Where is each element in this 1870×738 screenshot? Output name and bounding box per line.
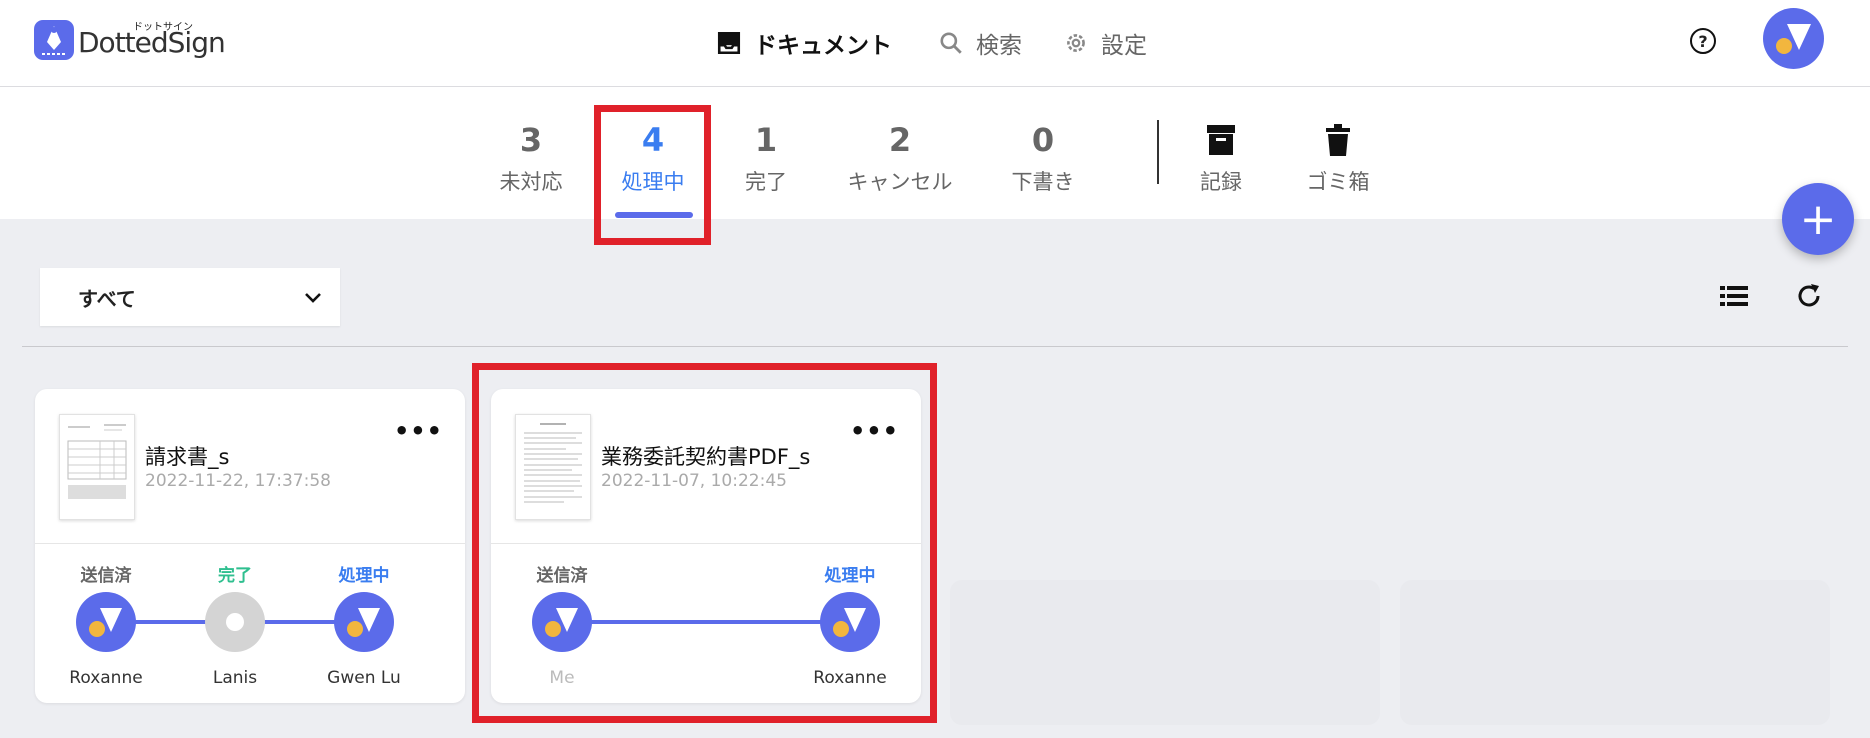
document-title: 請求書_s — [145, 445, 230, 469]
document-date: 2022-11-07, 10:22:45 — [601, 471, 787, 491]
top-navigation-bar — [0, 0, 1870, 87]
signer-name: Lanis — [212, 668, 258, 688]
loading-placeholder-card — [950, 580, 1380, 725]
signer-status: 処理中 — [824, 566, 876, 586]
gear-icon — [1063, 30, 1089, 56]
signer-name: Gwen Lu — [327, 668, 401, 688]
toolbar-separator — [22, 346, 1848, 347]
tab-cancelled[interactable]: 2 キャンセル — [835, 118, 965, 196]
filter-dropdown[interactable]: すべて — [40, 268, 340, 326]
signer-status: 完了 — [218, 566, 252, 586]
tab-unhandled[interactable]: 3 未対応 — [476, 118, 586, 196]
signer-status: 送信済 — [536, 566, 588, 586]
logo-kana: ドットサイン — [133, 22, 193, 33]
tab-label: 未対応 — [499, 170, 563, 194]
help-icon[interactable]: ? — [1690, 28, 1716, 54]
more-icon[interactable]: ••• — [394, 417, 443, 445]
signer-avatar — [820, 592, 880, 652]
nav-settings[interactable]: 設定 — [1063, 24, 1147, 62]
inbox-icon — [716, 30, 742, 56]
nav-documents-label: ドキュメント — [754, 33, 892, 59]
document-date: 2022-11-22, 17:37:58 — [145, 471, 331, 491]
tab-trash[interactable]: ゴミ箱 — [1283, 118, 1393, 196]
tab-label: 記録 — [1200, 170, 1242, 194]
signer-name: Me — [549, 668, 575, 688]
list-view-icon[interactable] — [1720, 284, 1748, 312]
signer-status: 送信済 — [80, 566, 132, 586]
tab-label: 下書き — [1011, 170, 1075, 194]
tab-label: 完了 — [745, 170, 787, 194]
trash-icon — [1283, 118, 1393, 162]
tab-count: 0 — [1031, 121, 1055, 159]
document-thumbnail — [515, 414, 591, 520]
tab-in-progress[interactable]: 4 処理中 — [598, 118, 708, 196]
tab-label: ゴミ箱 — [1306, 170, 1370, 194]
card-divider — [35, 543, 465, 544]
tab-drafts[interactable]: 0 下書き — [988, 118, 1098, 196]
add-document-button[interactable]: + — [1782, 183, 1854, 255]
tab-records[interactable]: 記録 — [1166, 118, 1276, 196]
plus-icon: + — [1799, 193, 1837, 245]
nav-documents[interactable]: ドキュメント — [716, 24, 892, 62]
tab-label: キャンセル — [847, 170, 953, 194]
tab-completed[interactable]: 1 完了 — [711, 118, 821, 196]
document-card[interactable]: 業務委託契約書PDF_s 2022-11-07, 10:22:45 ••• 送信… — [491, 389, 921, 703]
signer-progress-line — [562, 620, 850, 624]
nav-settings-label: 設定 — [1101, 33, 1147, 59]
document-thumbnail — [59, 414, 135, 520]
loading-placeholder-card — [1400, 580, 1830, 725]
signer-avatar — [532, 592, 592, 652]
document-card[interactable]: 請求書_s 2022-11-22, 17:37:58 ••• 送信済 完了 処理… — [35, 389, 465, 703]
signer-status: 処理中 — [338, 566, 390, 586]
card-divider — [491, 543, 921, 544]
dottedsign-logo-icon[interactable] — [34, 20, 74, 60]
tab-count: 4 — [641, 121, 665, 159]
tab-label: 処理中 — [621, 170, 685, 194]
signer-name: Roxanne — [813, 668, 887, 688]
signer-avatar — [334, 592, 394, 652]
document-title: 業務委託契約書PDF_s — [601, 445, 811, 469]
refresh-icon[interactable] — [1795, 282, 1823, 314]
more-icon[interactable]: ••• — [850, 417, 899, 445]
nav-search[interactable]: 検索 — [938, 24, 1022, 62]
filter-selected-value: すべて — [78, 286, 136, 311]
user-avatar[interactable] — [1763, 8, 1824, 69]
tab-count: 3 — [519, 121, 543, 159]
active-tab-indicator — [615, 212, 693, 218]
signer-name: Roxanne — [69, 668, 143, 688]
chevron-down-icon — [304, 285, 322, 309]
search-icon — [938, 30, 964, 56]
signer-avatar — [76, 592, 136, 652]
tab-count: 2 — [888, 121, 912, 159]
signer-pending-avatar — [205, 592, 265, 652]
tab-count: 1 — [754, 121, 778, 159]
archive-icon — [1166, 118, 1276, 162]
nav-search-label: 検索 — [976, 33, 1022, 59]
tab-divider — [1157, 120, 1159, 184]
